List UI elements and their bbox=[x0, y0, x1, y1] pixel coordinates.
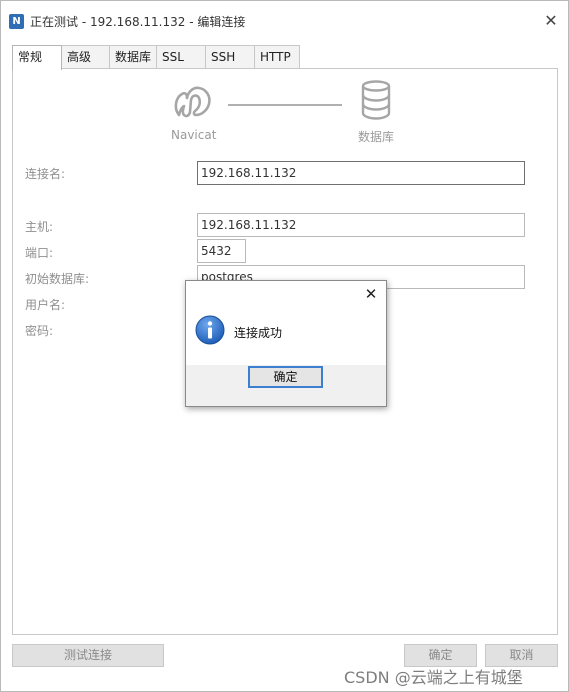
initial-database-label: 初始数据库: bbox=[25, 272, 90, 286]
info-icon bbox=[195, 315, 225, 345]
csdn-watermark: CSDN @云端之上有城堡 bbox=[344, 668, 523, 687]
tab-advanced[interactable]: 高级 bbox=[61, 45, 110, 69]
window-title: 正在测试 - 192.168.11.132 - 编辑连接 bbox=[30, 15, 246, 29]
dialog-title-bar: ✕ bbox=[186, 281, 386, 307]
dialog-close-icon[interactable]: ✕ bbox=[361, 284, 381, 304]
test-connection-button[interactable]: 测试连接 bbox=[12, 644, 164, 667]
tab-http[interactable]: HTTP bbox=[254, 45, 300, 69]
dialog-ok-button[interactable]: 确定 bbox=[248, 366, 323, 388]
navicat-logo-icon bbox=[174, 86, 211, 118]
database-icon bbox=[361, 80, 391, 120]
connection-diagram: Navicat 数据库 bbox=[13, 69, 559, 149]
connection-name-input[interactable]: 192.168.11.132 bbox=[197, 161, 525, 185]
database-label: 数据库 bbox=[358, 130, 395, 144]
host-input[interactable]: 192.168.11.132 bbox=[197, 213, 525, 237]
username-label: 用户名: bbox=[25, 298, 66, 312]
port-input[interactable]: 5432 bbox=[197, 239, 246, 263]
tab-ssl[interactable]: SSL bbox=[156, 45, 206, 69]
tab-general[interactable]: 常规 bbox=[12, 45, 62, 70]
tab-ssh[interactable]: SSH bbox=[205, 45, 255, 69]
edit-connection-window: N 正在测试 - 192.168.11.132 - 编辑连接 ✕ 常规 高级 数… bbox=[0, 0, 569, 692]
navicat-label: Navicat bbox=[171, 128, 217, 142]
connection-line bbox=[228, 104, 342, 106]
connection-name-label: 连接名: bbox=[25, 167, 66, 181]
navicat-app-icon: N bbox=[9, 14, 24, 29]
host-label: 主机: bbox=[25, 220, 54, 234]
dialog-message: 连接成功 bbox=[234, 326, 283, 340]
password-label: 密码: bbox=[25, 324, 54, 338]
port-label: 端口: bbox=[25, 246, 54, 260]
title-bar: N 正在测试 - 192.168.11.132 - 编辑连接 ✕ bbox=[1, 1, 568, 35]
tab-database[interactable]: 数据库 bbox=[109, 45, 157, 69]
test-result-dialog: ✕ 连接成功 确定 bbox=[185, 280, 387, 407]
dialog-body: 连接成功 bbox=[186, 307, 386, 365]
close-icon[interactable]: ✕ bbox=[541, 11, 561, 31]
